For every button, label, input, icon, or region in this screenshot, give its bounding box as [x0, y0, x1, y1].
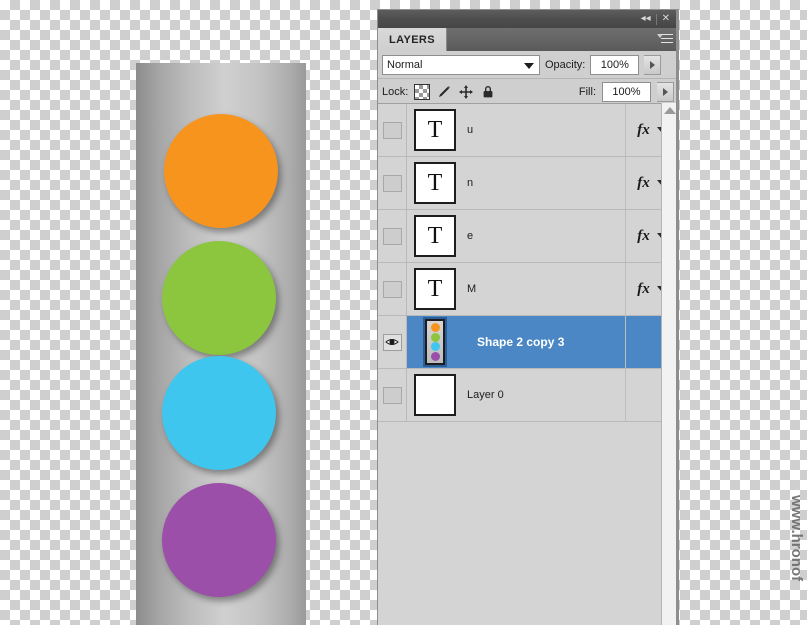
opacity-stepper[interactable] — [644, 54, 662, 75]
opacity-label: Opacity: — [545, 58, 586, 71]
blank-layer-thumbnail — [414, 374, 456, 416]
thumbnail-dot — [430, 332, 440, 342]
text-layer-thumbnail: T — [414, 268, 456, 310]
layer-name: u — [467, 124, 474, 136]
eye-icon — [382, 333, 402, 351]
tab-layers[interactable]: LAYERS — [378, 28, 448, 51]
stepper-caret-icon — [649, 60, 655, 69]
layer-row[interactable]: T Mfx — [378, 263, 678, 316]
layer-thumbnail-cell[interactable]: T — [407, 109, 463, 151]
circle-purple[interactable] — [162, 483, 276, 597]
layers-panel: ◂◂ ✕ LAYERS Normal Opacity: 100% Lock: F… — [378, 10, 678, 625]
lock-position-icon[interactable] — [458, 84, 474, 100]
panel-menu-line-3 — [661, 42, 673, 43]
eye-off-icon — [382, 174, 402, 192]
layer-thumbnail-cell[interactable]: T — [407, 215, 463, 257]
layer-name: n — [467, 177, 474, 189]
layer-row[interactable]: Shape 2 copy 3 — [378, 316, 678, 369]
layer-thumbnail-cell[interactable] — [407, 317, 463, 367]
circle-cyan[interactable] — [162, 356, 276, 470]
layer-name: M — [467, 283, 477, 295]
lock-image-pixels-icon[interactable] — [436, 84, 452, 100]
layer-visibility-toggle[interactable] — [378, 316, 407, 368]
text-layer-thumbnail: T — [414, 215, 456, 257]
chevron-down-icon — [524, 62, 534, 69]
layer-name: e — [467, 230, 474, 242]
thumbnail-dot — [430, 322, 440, 332]
lock-all-icon[interactable] — [480, 84, 496, 100]
layer-thumbnail-cell[interactable]: T — [407, 268, 463, 310]
fill-input[interactable]: 100% — [602, 81, 651, 102]
layer-visibility-toggle[interactable] — [378, 210, 407, 262]
fx-icon[interactable]: fx — [637, 228, 650, 245]
thumbnail-dot — [430, 352, 440, 362]
panel-right-edge — [676, 10, 678, 625]
layer-row[interactable]: Layer 0 — [378, 369, 678, 422]
layer-visibility-toggle[interactable] — [378, 369, 407, 421]
fx-icon[interactable]: fx — [637, 281, 650, 298]
lock-label: Lock: — [382, 85, 409, 98]
collapse-panel-icon[interactable]: ◂◂ — [637, 10, 655, 28]
fx-icon[interactable]: fx — [637, 122, 650, 139]
thumbnail-dot — [430, 342, 440, 352]
circle-orange[interactable] — [164, 114, 278, 228]
panel-menu-icon[interactable] — [657, 32, 673, 46]
lock-row: Lock: Fill: 100% — [378, 79, 678, 105]
layer-row[interactable]: Tu fx — [378, 104, 678, 157]
layer-list: Tu fx Tn fx Te fx T Mfx Shape 2 copy 3 Layer 0 — [378, 103, 678, 625]
blend-mode-select[interactable]: Normal — [382, 54, 540, 75]
layer-visibility-toggle[interactable] — [378, 104, 407, 156]
eye-off-icon — [382, 121, 402, 139]
circle-green[interactable] — [162, 241, 276, 355]
panel-titlebar: ◂◂ ✕ — [378, 10, 678, 28]
scroll-up-arrow-icon[interactable] — [664, 107, 676, 114]
blend-mode-row: Normal Opacity: 100% — [378, 51, 678, 79]
layer-visibility-toggle[interactable] — [378, 157, 407, 209]
close-icon[interactable]: ✕ — [658, 10, 674, 28]
layer-row[interactable]: Tn fx — [378, 157, 678, 210]
layer-name: Shape 2 copy 3 — [477, 335, 565, 349]
fill-label: Fill: — [578, 85, 596, 98]
fill-stepper[interactable] — [657, 81, 674, 102]
eye-off-icon — [382, 386, 402, 404]
lock-transparent-pixels-icon[interactable] — [414, 83, 431, 100]
layer-visibility-toggle[interactable] — [378, 263, 407, 315]
panel-menu-line-2 — [661, 38, 673, 39]
watermark-text: www.hronof — [788, 495, 805, 582]
text-layer-thumbnail: T — [414, 109, 456, 151]
eye-off-icon — [382, 227, 402, 245]
text-layer-thumbnail: T — [414, 162, 456, 204]
opacity-input[interactable]: 100% — [590, 54, 640, 75]
layer-thumbnail-cell[interactable]: T — [407, 162, 463, 204]
shape-layer-thumbnail — [423, 317, 447, 367]
blend-mode-value: Normal — [387, 58, 423, 71]
fx-icon[interactable]: fx — [637, 175, 650, 192]
layer-thumbnail-cell[interactable] — [407, 374, 463, 416]
layer-name: Layer 0 — [467, 389, 504, 401]
titlebar-divider — [655, 13, 657, 25]
stepper-caret-icon — [662, 87, 668, 96]
panel-tabstrip: LAYERS — [378, 28, 678, 51]
layer-row[interactable]: Te fx — [378, 210, 678, 263]
eye-off-icon — [382, 280, 402, 298]
panel-menu-line-1 — [661, 34, 673, 35]
